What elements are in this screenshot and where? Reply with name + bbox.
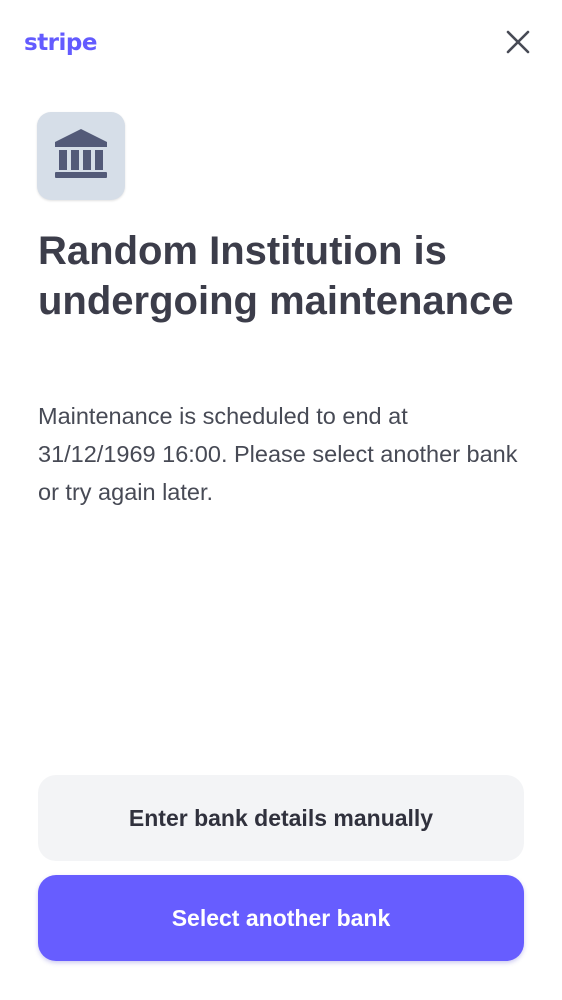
select-another-bank-label: Select another bank xyxy=(171,904,391,931)
page-title: Random Institution is undergoing mainten… xyxy=(38,229,514,323)
bank-icon xyxy=(53,126,109,187)
bank-icon-tile xyxy=(37,112,125,200)
maintenance-message: Maintenance is scheduled to end at 31/12… xyxy=(38,403,518,505)
enter-bank-details-manually-button[interactable]: Enter bank details manually xyxy=(38,775,524,861)
select-another-bank-button[interactable]: Select another bank xyxy=(38,875,524,961)
stripe-logo: stripe xyxy=(24,30,97,56)
enter-bank-details-manually-label: Enter bank details manually xyxy=(128,804,434,831)
close-icon xyxy=(505,29,531,60)
close-button[interactable] xyxy=(502,28,534,60)
